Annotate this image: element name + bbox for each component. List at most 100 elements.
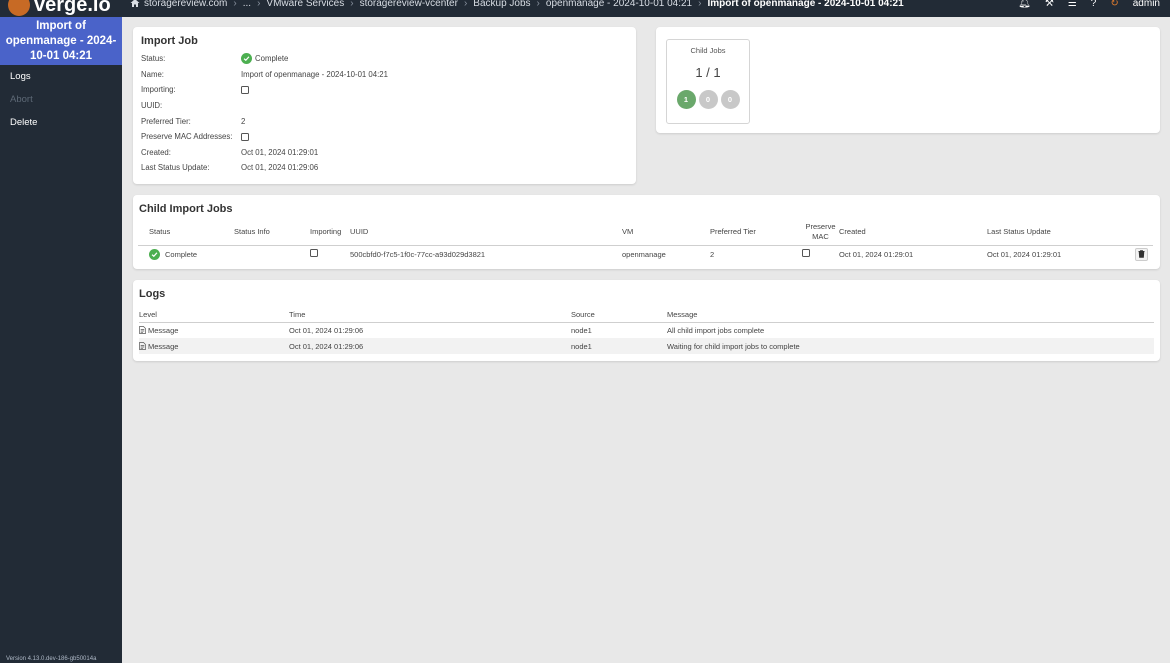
breadcrumb-item[interactable]: VMware Services	[266, 0, 344, 9]
status-label: Status:	[141, 54, 166, 64]
column-header-source[interactable]: Source	[571, 307, 667, 323]
document-icon	[139, 325, 146, 334]
sidebar-item-abort: Abort	[10, 94, 33, 105]
table-row[interactable]: Complete 500cbfd0-f7c5-1f0c-77cc-a93d029…	[138, 245, 1153, 263]
version-label: Version 4.13.0.dev-186-gb50014a	[6, 656, 97, 662]
column-header-time[interactable]: Time	[289, 307, 571, 323]
tools-icon[interactable]: ⚒	[1045, 0, 1054, 9]
user-menu[interactable]: admin	[1133, 0, 1160, 9]
child-import-jobs-panel: Child Import Jobs Status Status Info Imp…	[133, 195, 1160, 269]
error-count-badge: 0	[720, 90, 740, 109]
uuid-value: 500cbfd0-f7c5-1f0c-77cc-a93d029d3821	[350, 249, 486, 259]
preferred-tier-value: 2	[710, 249, 715, 259]
importing-checkbox	[310, 249, 318, 258]
panel-title: Import Job	[141, 35, 198, 47]
chevron-right-icon: ›	[257, 0, 261, 9]
column-header-message[interactable]: Message	[667, 307, 1154, 323]
time-value: Oct 01, 2024 01:29:06	[289, 338, 571, 354]
level-value: Message	[148, 341, 179, 351]
document-icon	[139, 341, 146, 350]
panel-title: Logs	[139, 288, 166, 300]
child-jobs-panel: Child Jobs 1 / 1 1 0 0	[656, 27, 1160, 133]
child-jobs-card[interactable]: Child Jobs 1 / 1 1 0 0	[666, 39, 750, 124]
preserve-mac-checkbox	[802, 249, 810, 258]
app-logo[interactable]: verge.io	[0, 0, 122, 17]
status-info-value	[234, 245, 310, 263]
breadcrumb-item[interactable]: Backup Jobs	[473, 0, 530, 9]
importing-checkbox	[241, 85, 249, 94]
breadcrumb-item[interactable]: openmanage - 2024-10-01 04:21	[546, 0, 692, 9]
trash-icon	[1138, 250, 1145, 258]
column-header-last-status-update[interactable]: Last Status Update	[987, 219, 1135, 246]
chevron-right-icon: ›	[536, 0, 540, 9]
bell-icon[interactable]: 🔔︎	[1018, 0, 1031, 9]
column-header-uuid[interactable]: UUID	[350, 219, 622, 246]
logs-panel: Logs Level Time Source Message Message O…	[133, 280, 1160, 361]
column-header-status[interactable]: Status	[138, 219, 234, 246]
column-header-status-info[interactable]: Status Info	[234, 219, 310, 246]
breadcrumb-item[interactable]: storagereview-vcenter	[360, 0, 458, 9]
panel-title: Child Import Jobs	[139, 203, 233, 215]
message-value: Waiting for child import jobs to complet…	[667, 338, 1154, 354]
column-header-created[interactable]: Created	[839, 219, 987, 246]
breadcrumb: storagereview.com › ... › VMware Service…	[130, 0, 904, 10]
help-icon[interactable]: ?	[1091, 0, 1097, 9]
sidebar-item-logs[interactable]: Logs	[0, 65, 122, 88]
top-bar: verge.io storagereview.com › ... › VMwar…	[0, 0, 1170, 17]
logs-table: Level Time Source Message Message Oct 01…	[139, 307, 1154, 354]
name-value: Import of openmanage - 2024-10-01 04:21	[241, 69, 388, 79]
last-status-update-value: Oct 01, 2024 01:29:06	[241, 163, 319, 173]
created-value: Oct 01, 2024 01:29:01	[839, 249, 914, 259]
name-label: Name:	[141, 69, 164, 79]
check-circle-icon	[241, 53, 252, 65]
list-icon[interactable]: ☰	[1068, 0, 1077, 9]
created-value: Oct 01, 2024 01:29:01	[241, 147, 319, 157]
completed-count-badge: 1	[676, 90, 696, 109]
message-value: All child import jobs complete	[667, 325, 765, 335]
child-import-jobs-table: Status Status Info Importing UUID VM Pre…	[138, 219, 1153, 263]
delete-row-button[interactable]	[1135, 247, 1148, 261]
chevron-right-icon: ›	[350, 0, 354, 9]
last-status-update-value: Oct 01, 2024 01:29:01	[987, 249, 1062, 259]
last-status-update-label: Last Status Update:	[141, 163, 210, 173]
source-value: node1	[571, 325, 592, 335]
level-value: Message	[148, 325, 179, 335]
preserve-mac-label: Preserve MAC Addresses:	[141, 132, 233, 142]
importing-label: Importing:	[141, 85, 176, 95]
table-row[interactable]: Message Oct 01, 2024 01:29:06 node1 Wait…	[139, 338, 1154, 354]
breadcrumb-item[interactable]: ...	[243, 0, 251, 9]
sidebar-item-delete[interactable]: Delete	[0, 111, 122, 134]
breadcrumb-current: Import of openmanage - 2024-10-01 04:21	[707, 0, 904, 9]
time-value: Oct 01, 2024 01:29:06	[289, 325, 364, 335]
breadcrumb-item[interactable]: storagereview.com	[144, 0, 227, 9]
check-circle-icon	[149, 248, 160, 260]
vm-value: openmanage	[622, 249, 666, 259]
chevron-right-icon: ›	[463, 0, 468, 9]
column-header-preserve-mac[interactable]: Preserve MAC	[802, 219, 839, 246]
table-row[interactable]: Message Oct 01, 2024 01:29:06 node1 All …	[139, 322, 1154, 338]
source-value: node1	[571, 338, 667, 354]
column-header-preferred-tier[interactable]: Preferred Tier	[710, 219, 802, 246]
preferred-tier-value: 2	[241, 116, 246, 126]
preserve-mac-checkbox	[241, 132, 249, 141]
column-header-level[interactable]: Level	[139, 307, 289, 323]
status-value: Complete	[165, 249, 198, 259]
logo-text: verge.io	[34, 0, 111, 16]
status-value: Complete	[255, 54, 289, 64]
import-job-panel: Import Job Status: Complete Name: Import…	[133, 27, 636, 184]
home-icon[interactable]	[130, 0, 140, 8]
refresh-icon[interactable]: ↻	[1110, 0, 1118, 9]
sidebar-title: Import of openmanage - 2024-10-01 04:21	[0, 17, 122, 65]
created-label: Created:	[141, 147, 171, 157]
chevron-right-icon: ›	[233, 0, 237, 9]
top-actions: 🔔︎ ⚒ ☰ ? ↻ admin	[1018, 0, 1160, 10]
child-jobs-title: Child Jobs	[690, 46, 726, 55]
logo-mark-icon	[8, 0, 30, 16]
column-header-vm[interactable]: VM	[622, 219, 710, 246]
uuid-label: UUID:	[141, 101, 163, 111]
chevron-right-icon: ›	[698, 0, 702, 9]
child-jobs-count: 1 / 1	[695, 65, 721, 80]
preferred-tier-label: Preferred Tier:	[141, 116, 191, 126]
running-count-badge: 0	[698, 90, 718, 109]
column-header-importing[interactable]: Importing	[310, 219, 350, 246]
